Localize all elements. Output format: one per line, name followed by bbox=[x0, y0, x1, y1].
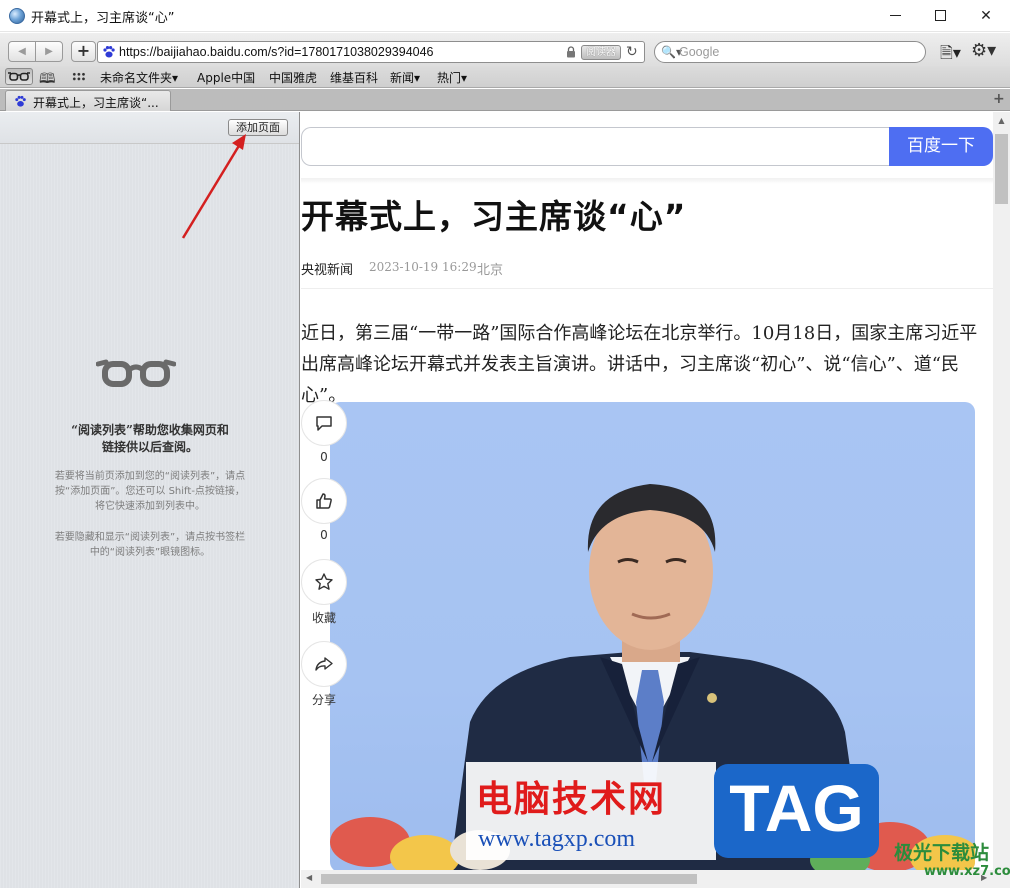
title-bar: 开幕式上，习主席谈“心” ✕ bbox=[0, 0, 1010, 32]
article-source[interactable]: 央视新闻 bbox=[301, 259, 353, 278]
minimize-button[interactable] bbox=[872, 0, 918, 31]
bookmark-yahoo-china[interactable]: 中国雅虎 bbox=[269, 69, 317, 86]
web-content: 百度一下 开幕式上，习主席谈“心” 央视新闻 2023-10-19 16:29 … bbox=[301, 112, 993, 870]
article-title: 开幕式上，习主席谈“心” bbox=[301, 197, 687, 236]
bookmark-news[interactable]: 新闻▾ bbox=[390, 69, 420, 86]
baidu-paw-icon bbox=[103, 46, 115, 58]
add-page-button[interactable]: 添加页面 bbox=[228, 119, 288, 136]
search-input[interactable] bbox=[679, 44, 919, 60]
close-button[interactable]: ✕ bbox=[963, 0, 1009, 31]
new-tab-button[interactable]: + bbox=[993, 91, 1005, 107]
address-bar[interactable]: https://baijiahao.baidu.com/s?id=1780171… bbox=[97, 41, 645, 63]
reading-list-toggle[interactable] bbox=[5, 68, 33, 85]
favorite-button[interactable] bbox=[301, 559, 347, 605]
window-title: 开幕式上，习主席谈“心” bbox=[31, 11, 175, 26]
divider bbox=[301, 288, 993, 289]
article-time: 2023-10-19 16:29 bbox=[369, 260, 477, 274]
page-menu-icon[interactable]: 🗎▾ bbox=[940, 42, 961, 69]
bookmark-popular[interactable]: 热门▾ bbox=[437, 69, 467, 86]
watermark-tag-text: TAG bbox=[729, 771, 864, 845]
baidu-search-input[interactable] bbox=[301, 127, 890, 166]
watermark-site-name: 极光下载站 bbox=[894, 842, 990, 864]
watermark-title: 电脑技术网 bbox=[476, 779, 667, 820]
favorite-label: 收藏 bbox=[311, 611, 336, 625]
reader-button[interactable]: 阅读器 bbox=[581, 45, 621, 60]
forward-button[interactable]: ▶ bbox=[36, 42, 62, 61]
vertical-scroll-thumb[interactable] bbox=[995, 134, 1008, 204]
share-action[interactable]: 分享 bbox=[301, 641, 347, 708]
scroll-left-icon[interactable]: ◀ bbox=[306, 873, 312, 882]
search-bar[interactable]: 🔍▾ bbox=[654, 41, 926, 63]
header-shadow bbox=[301, 178, 993, 184]
reading-list-heading: “阅读列表”帮助您收集网页和 链接供以后查阅。 bbox=[40, 422, 260, 456]
bookmark-apple-china[interactable]: Apple中国 bbox=[197, 69, 255, 86]
minimize-icon bbox=[889, 15, 901, 16]
like-action[interactable]: 0 bbox=[301, 478, 347, 542]
like-count: 0 bbox=[320, 528, 328, 542]
watermark-box: 电脑技术网 www.tagxp.com bbox=[466, 762, 716, 860]
app-icon bbox=[9, 8, 25, 24]
glasses-icon bbox=[8, 72, 30, 81]
reading-glasses-icon bbox=[96, 359, 176, 387]
vertical-scrollbar[interactable]: ▲ bbox=[993, 112, 1010, 870]
reading-list-help-toggle: 若要隐藏和显示“阅读列表”，请点按书签栏中的“阅读列表”眼镜图标。 bbox=[54, 532, 246, 558]
comment-icon bbox=[316, 416, 332, 431]
favorite-action[interactable]: 收藏 bbox=[301, 559, 347, 626]
horizontal-scroll-thumb[interactable] bbox=[321, 874, 697, 884]
thumbs-up-icon bbox=[316, 493, 332, 509]
gear-icon[interactable]: ⚙▾ bbox=[971, 40, 996, 61]
bookmark-folder[interactable]: 未命名文件夹▾ bbox=[100, 69, 178, 86]
baidu-search-button[interactable]: 百度一下 bbox=[889, 127, 993, 166]
share-label: 分享 bbox=[311, 693, 336, 707]
star-icon bbox=[315, 573, 333, 590]
close-icon: ✕ bbox=[980, 7, 992, 24]
reading-list-help-add: 若要将当前页添加到您的“阅读列表”，请点按“添加页面”。您还可以 Shift-点… bbox=[54, 471, 246, 512]
watermark-tag-logo: TAG bbox=[714, 764, 879, 858]
like-button[interactable] bbox=[301, 478, 347, 524]
red-arrow-annotation bbox=[181, 134, 246, 239]
toolbar: ◀ ▶ + https://baijiahao.baidu.com/s?id=1… bbox=[0, 33, 1010, 69]
bookmarks-bar: 🕮 未命名文件夹▾ Apple中国 中国雅虎 维基百科 新闻▾ 热门▾ bbox=[0, 66, 1010, 88]
scroll-up-icon[interactable]: ▲ bbox=[993, 112, 1010, 129]
maximize-button[interactable] bbox=[917, 0, 963, 31]
add-bookmark-button[interactable]: + bbox=[71, 41, 96, 62]
reload-icon[interactable]: ↻ bbox=[626, 44, 638, 60]
watermark-url: www.tagxp.com bbox=[478, 826, 636, 852]
reading-list-sidebar: 添加页面 “阅读列表”帮助您收集网页和 链接供以后查阅。 若要将当前页添加到您的… bbox=[0, 112, 300, 888]
nav-buttons: ◀ ▶ bbox=[8, 41, 63, 62]
lock-icon bbox=[567, 46, 575, 58]
comment-button[interactable] bbox=[301, 400, 347, 446]
comment-count: 0 bbox=[320, 450, 328, 464]
reading-list-header: 添加页面 bbox=[0, 112, 299, 144]
back-button[interactable]: ◀ bbox=[9, 42, 36, 61]
tab-label: 开幕式上，习主席谈“... bbox=[33, 96, 159, 110]
article-paragraph: 近日，第三届“一带一路”国际合作高峰论坛在北京举行。10月18日，国家主席习近平… bbox=[301, 323, 978, 406]
share-button[interactable] bbox=[301, 641, 347, 687]
tab-article[interactable]: 开幕式上，习主席谈“... bbox=[5, 90, 171, 111]
top-sites-grid-icon[interactable] bbox=[72, 72, 86, 82]
baidu-paw-icon bbox=[15, 95, 26, 107]
share-icon bbox=[315, 657, 333, 671]
watermark-site-url: www.xz7.com bbox=[924, 864, 1010, 879]
watermark-tagxp: 电脑技术网 www.tagxp.com TAG bbox=[466, 762, 879, 860]
watermark-site: 极光下载站 www.xz7.com bbox=[872, 836, 1010, 886]
reading-list-heading-line1: “阅读列表”帮助您收集网页和 bbox=[71, 423, 229, 437]
reading-list-heading-line2: 链接供以后查阅。 bbox=[101, 440, 198, 454]
tab-strip: 开幕式上，习主席谈“... + bbox=[0, 89, 1010, 111]
maximize-icon bbox=[934, 10, 946, 21]
article-location: 北京 bbox=[477, 263, 504, 278]
bookmark-wikipedia[interactable]: 维基百科 bbox=[330, 69, 378, 86]
url-text: https://baijiahao.baidu.com/s?id=1780171… bbox=[119, 45, 434, 59]
comment-action[interactable]: 0 bbox=[301, 400, 347, 464]
